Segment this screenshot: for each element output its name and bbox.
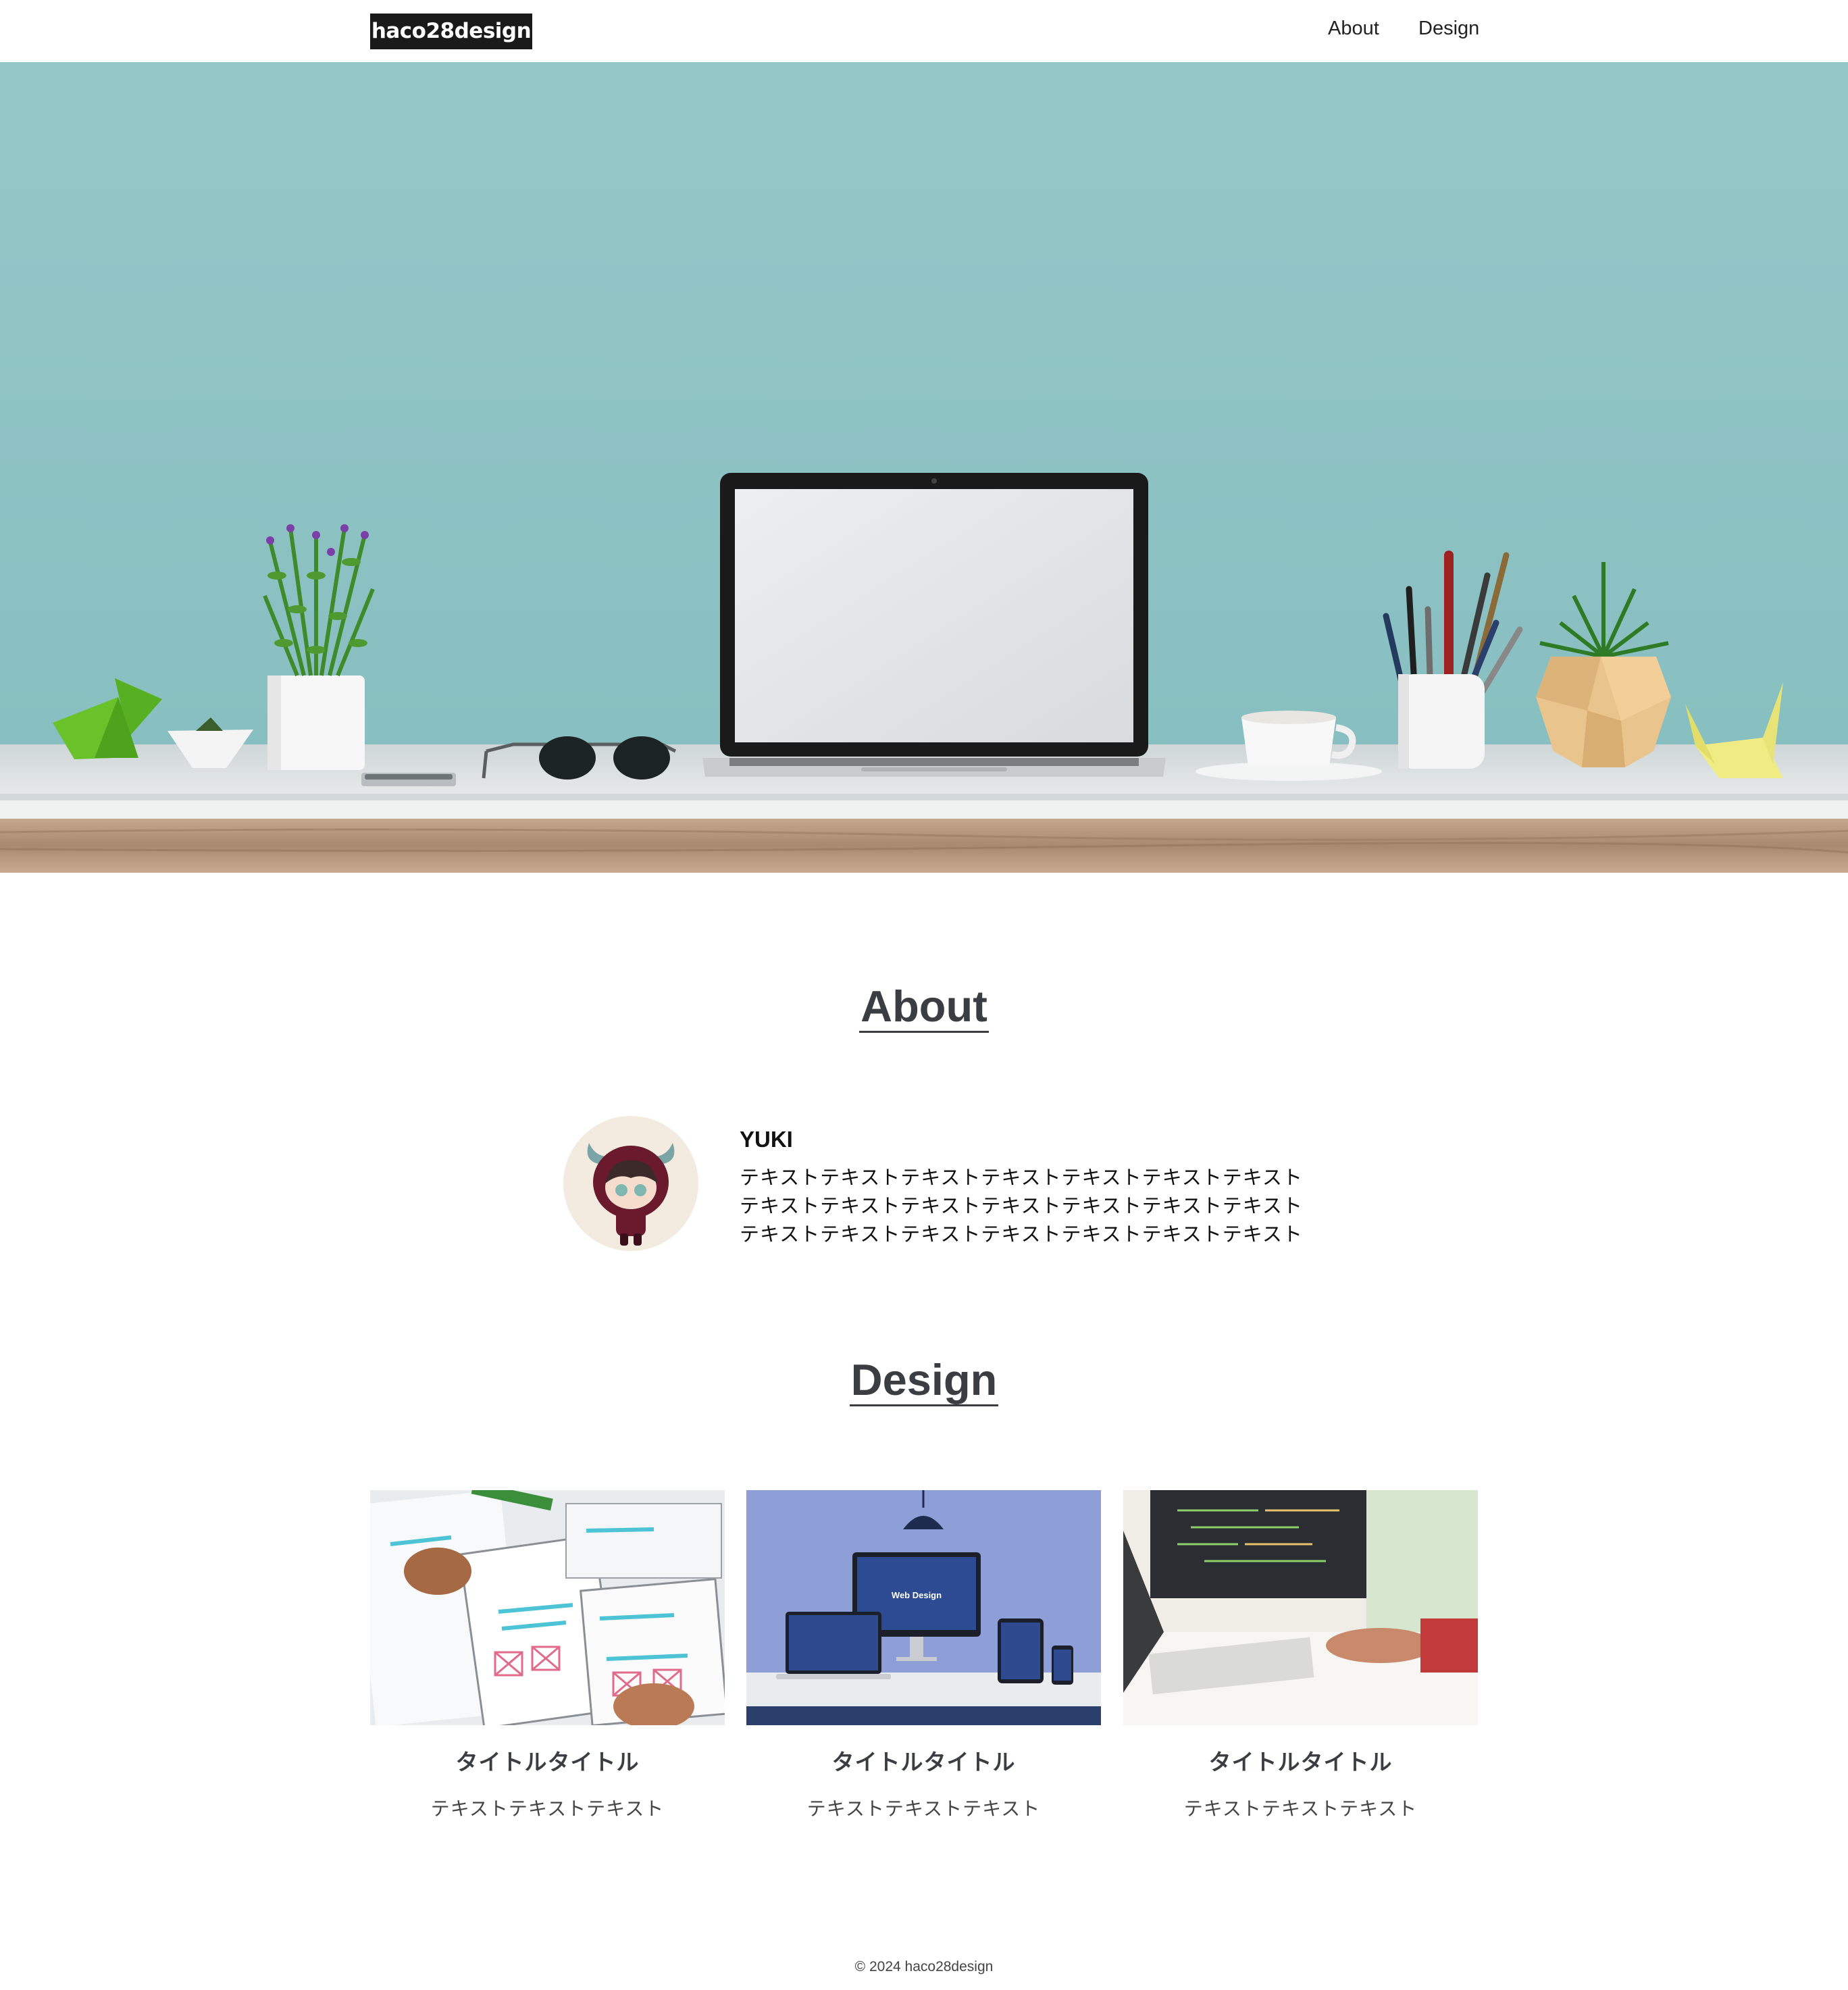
card-text: テキストテキストテキスト	[430, 1797, 665, 1820]
wireframe-sketches-image	[370, 1490, 725, 1725]
profile-text-line: テキストテキストテキストテキストテキストテキストテキスト	[740, 1194, 1303, 1217]
monitor-screen-text: Web Design	[892, 1590, 942, 1600]
hero-image	[0, 62, 1848, 873]
design-card[interactable]: タイトルタイトル テキストテキストテキスト	[370, 1490, 725, 1821]
about-heading: About	[0, 981, 1848, 1034]
card-title: タイトルタイトル	[455, 1749, 640, 1775]
profile-avatar	[563, 1116, 698, 1251]
profile-text-line: テキストテキストテキストテキストテキストテキストテキスト	[740, 1166, 1303, 1189]
profile-name: YUKI	[740, 1127, 793, 1152]
card-text: テキストテキストテキスト	[1183, 1797, 1418, 1820]
responsive-devices-image: Web Design	[746, 1490, 1101, 1725]
nav-link-about[interactable]: About	[1328, 18, 1379, 40]
site-logo[interactable]: haco28design	[370, 14, 532, 49]
coding-workspace-image	[1123, 1490, 1478, 1725]
profile-text-line: テキストテキストテキストテキストテキストテキストテキスト	[740, 1223, 1303, 1246]
site-header: haco28design About Design	[0, 0, 1848, 62]
nav-link-design[interactable]: Design	[1418, 18, 1479, 40]
design-card[interactable]: Web Design タイトルタイトル テキストテキストテキスト	[746, 1490, 1101, 1821]
footer-copyright: © 2024 haco28design	[854, 1959, 994, 1974]
card-title: タイトルタイトル	[831, 1749, 1016, 1775]
card-text: テキストテキストテキスト	[806, 1797, 1041, 1820]
design-heading: Design	[0, 1354, 1848, 1407]
profile-description: テキストテキストテキストテキストテキストテキストテキスト テキストテキストテキス…	[740, 1163, 1303, 1248]
card-title: タイトルタイトル	[1208, 1749, 1393, 1775]
design-card[interactable]: タイトルタイトル テキストテキストテキスト	[1123, 1490, 1478, 1821]
